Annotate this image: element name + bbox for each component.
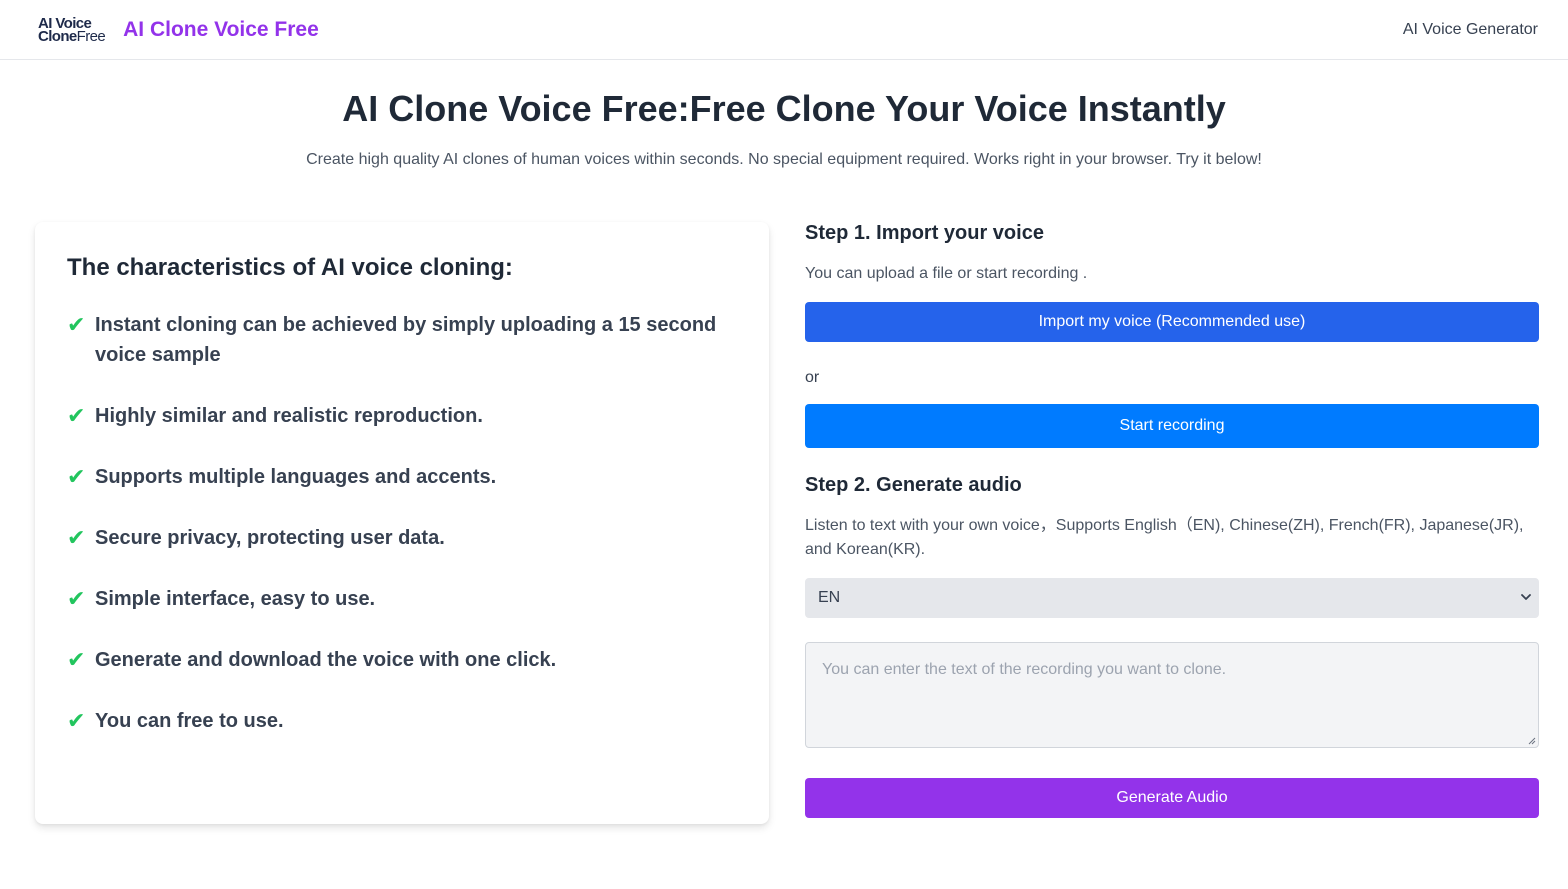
generate-audio-button[interactable]: Generate Audio	[805, 778, 1539, 818]
feature-text: Instant cloning can be achieved by simpl…	[95, 314, 717, 366]
page-title: AI Clone Voice Free:Free Clone Your Voic…	[342, 88, 1226, 129]
feature-text: Supports multiple languages and accents.	[95, 466, 497, 488]
text-input[interactable]: You can enter the text of the recording …	[805, 642, 1539, 748]
logo-line2: CloneFree	[38, 27, 106, 45]
page-subtitle: Create high quality AI clones of human v…	[306, 151, 1262, 168]
site-title[interactable]: AI Clone Voice Free	[123, 18, 319, 42]
brand[interactable]: AI Voice CloneFree AI Clone Voice Free	[38, 16, 319, 45]
feature-text: Secure privacy, protecting user data.	[95, 527, 445, 549]
feature-item: ✔ Generate and download the voice with o…	[67, 645, 737, 675]
check-icon: ✔	[67, 464, 86, 489]
resize-handle-icon[interactable]	[1528, 737, 1536, 745]
language-selected-value: EN	[818, 589, 841, 606]
features-list: ✔ Instant cloning can be achieved by sim…	[67, 310, 737, 736]
or-separator: or	[805, 369, 820, 386]
feature-text: Simple interface, easy to use.	[95, 588, 376, 610]
import-voice-button[interactable]: Import my voice (Recommended use)	[805, 302, 1539, 342]
check-icon: ✔	[67, 403, 86, 428]
language-select[interactable]: EN	[805, 578, 1539, 618]
feature-text: Generate and download the voice with one…	[95, 649, 557, 671]
feature-item: ✔ Secure privacy, protecting user data.	[67, 523, 737, 553]
feature-text: You can free to use.	[95, 710, 284, 732]
logo[interactable]: AI Voice CloneFree	[38, 16, 106, 45]
logo-line2-light: Free	[76, 27, 106, 45]
feature-item: ✔ Instant cloning can be achieved by sim…	[67, 310, 737, 370]
start-recording-button[interactable]: Start recording	[805, 404, 1539, 448]
top-navbar: AI Voice CloneFree AI Clone Voice Free A…	[0, 0, 1568, 60]
check-icon: ✔	[67, 312, 86, 337]
check-icon: ✔	[67, 647, 86, 672]
logo-line2-bold: Clone	[38, 27, 77, 45]
features-card: The characteristics of AI voice cloning:…	[35, 222, 769, 824]
check-icon: ✔	[67, 586, 86, 611]
feature-text: Highly similar and realistic reproductio…	[95, 405, 483, 427]
chevron-down-icon	[1521, 594, 1531, 600]
feature-item: ✔ Supports multiple languages and accent…	[67, 462, 737, 492]
check-icon: ✔	[67, 708, 86, 733]
check-icon: ✔	[67, 525, 86, 550]
nav-ai-voice-generator[interactable]: AI Voice Generator	[1403, 21, 1538, 39]
text-input-placeholder: You can enter the text of the recording …	[822, 661, 1227, 678]
feature-item: ✔ You can free to use.	[67, 706, 737, 736]
voice-clone-panel: Step 1. Import your voice You can upload…	[805, 222, 1539, 818]
step1-desc: You can upload a file or start recording…	[805, 265, 1088, 282]
features-title: The characteristics of AI voice cloning:	[67, 254, 513, 281]
feature-item: ✔ Highly similar and realistic reproduct…	[67, 401, 737, 431]
step2-title: Step 2. Generate audio	[805, 474, 1022, 496]
step2-desc: Listen to text with your own voice，Suppo…	[805, 517, 1524, 558]
step1-title: Step 1. Import your voice	[805, 222, 1044, 244]
feature-item: ✔ Simple interface, easy to use.	[67, 584, 737, 614]
